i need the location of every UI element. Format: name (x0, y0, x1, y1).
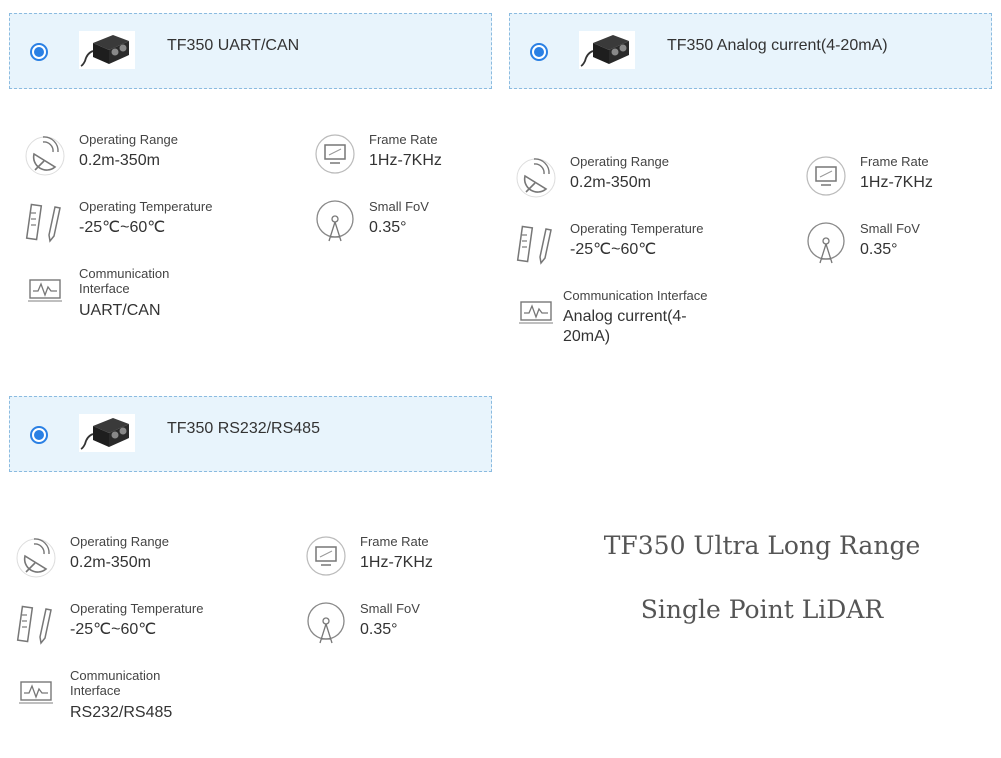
spec-label: Operating Temperature (79, 199, 213, 214)
spec-label: Small FoV (369, 199, 429, 214)
headline-line2: Single Point LiDAR (640, 595, 884, 624)
spec-value: -25℃~60℃ (70, 621, 157, 638)
lidar-device-thumbnail (79, 31, 135, 69)
headline-line1: TF350 Ultra Long Range (603, 531, 921, 560)
signal-tower-icon (806, 221, 846, 267)
monitor-icon (806, 154, 846, 200)
dish-antenna-icon (16, 534, 56, 580)
spec-label-line1: Communication (70, 668, 161, 683)
spec-value: 1Hz-7KHz (360, 554, 433, 571)
product-card-uart-can[interactable]: TF350 UART/CAN (9, 13, 492, 89)
spec-value: -25℃~60℃ (79, 219, 166, 236)
spec-value: 0.2m-350m (70, 554, 151, 571)
product-card-analog-current[interactable]: TF350 Analog current(4-20mA) (509, 13, 992, 89)
dish-antenna-icon (516, 154, 556, 200)
spec-value: -25℃~60℃ (570, 241, 657, 258)
spec-value-line2: 20mA) (563, 328, 611, 345)
spec-label: Communication Interface (563, 288, 708, 303)
spec-label-line2: Interface (70, 683, 121, 698)
spec-value: 0.35° (860, 241, 898, 258)
dish-antenna-icon (25, 132, 65, 178)
ruler-pencil-icon (25, 199, 65, 245)
spec-label: Small FoV (360, 601, 420, 616)
product-card-rs232-rs485[interactable]: TF350 RS232/RS485 (9, 396, 492, 472)
spec-value: 0.2m-350m (570, 174, 651, 191)
monitor-icon (315, 132, 355, 178)
waveform-monitor-icon (516, 288, 556, 334)
spec-value: 0.35° (360, 621, 398, 638)
spec-label: Operating Temperature (570, 221, 704, 236)
ruler-pencil-icon (516, 221, 556, 267)
product-title: TF350 UART/CAN (167, 37, 300, 54)
spec-label: Frame Rate (360, 534, 429, 549)
radio-selected-icon[interactable] (30, 43, 48, 61)
waveform-monitor-icon (25, 266, 65, 312)
lidar-device-thumbnail (79, 414, 135, 452)
lidar-device-thumbnail (579, 31, 635, 69)
product-title: TF350 RS232/RS485 (167, 420, 320, 437)
spec-value: 0.35° (369, 219, 407, 236)
spec-label: Operating Range (70, 534, 170, 549)
waveform-monitor-icon (16, 668, 56, 714)
ruler-pencil-icon (16, 601, 56, 647)
signal-tower-icon (315, 199, 355, 245)
spec-label-line1: Communication (79, 266, 170, 281)
product-title: TF350 Analog current(4-20mA) (667, 37, 888, 54)
spec-label: Operating Temperature (70, 601, 204, 616)
signal-tower-icon (306, 601, 346, 647)
spec-label-line2: Interface (79, 281, 130, 296)
spec-label: Operating Range (570, 154, 670, 169)
spec-label: Small FoV (860, 221, 920, 236)
radio-selected-icon[interactable] (30, 426, 48, 444)
spec-value: UART/CAN (79, 302, 161, 319)
spec-value-line1: Analog current(4- (563, 308, 687, 325)
spec-value: RS232/RS485 (70, 704, 173, 721)
spec-value: 1Hz-7KHz (860, 174, 933, 191)
monitor-icon (306, 534, 346, 580)
spec-label: Operating Range (79, 132, 179, 147)
spec-value: 1Hz-7KHz (369, 152, 442, 169)
spec-value: 0.2m-350m (79, 152, 160, 169)
spec-label: Frame Rate (860, 154, 929, 169)
spec-label: Frame Rate (369, 132, 438, 147)
radio-selected-icon[interactable] (530, 43, 548, 61)
